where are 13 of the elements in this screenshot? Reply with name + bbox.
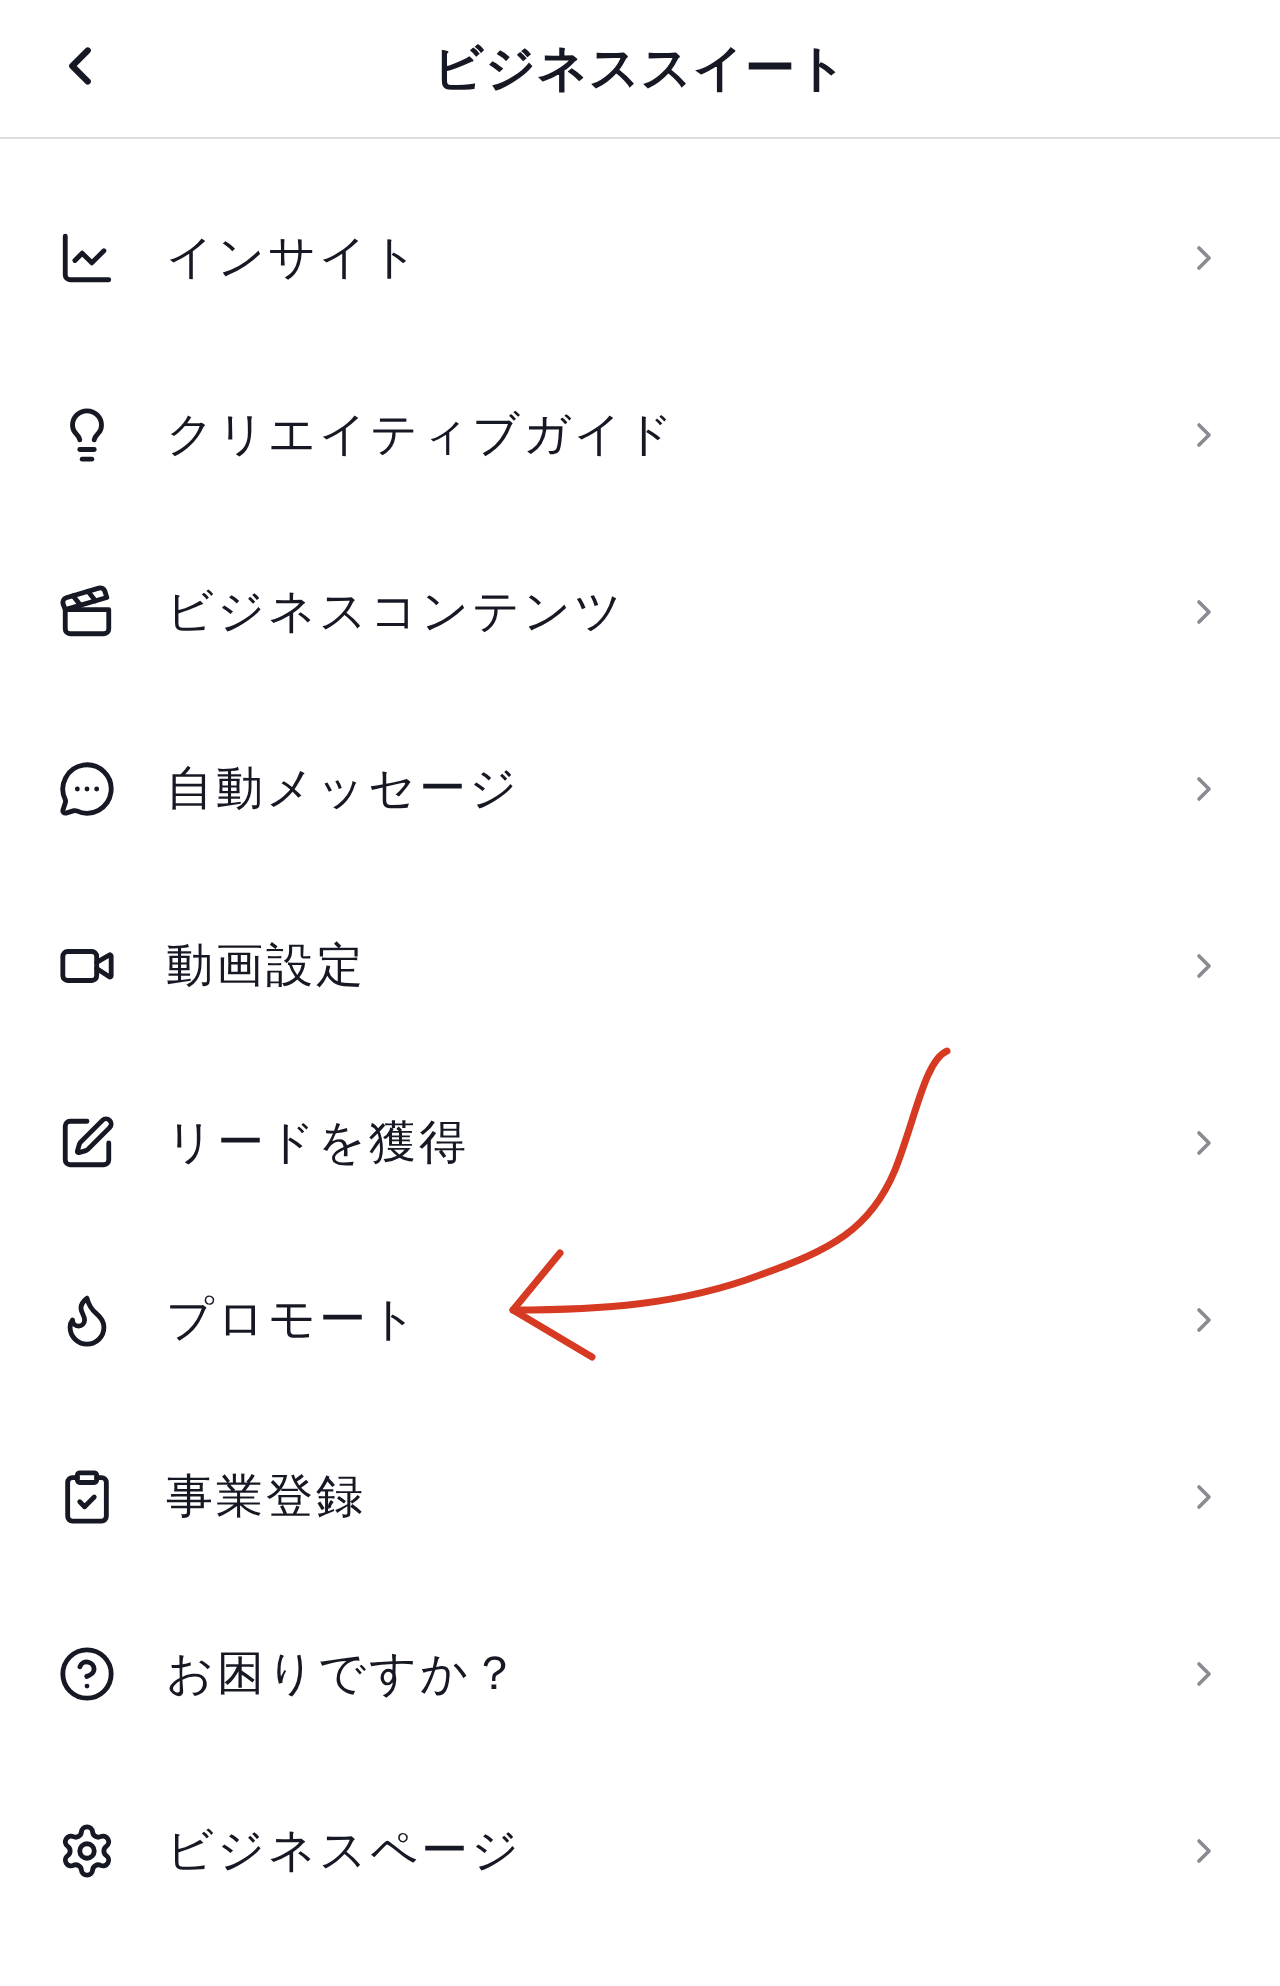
menu-item[interactable]: お困りですか？ (0, 1585, 1280, 1762)
menu-item[interactable]: リードを獲得 (0, 1054, 1280, 1231)
menu-item[interactable]: 動画設定 (0, 877, 1280, 1054)
menu-item[interactable]: プロモート (0, 1231, 1280, 1408)
menu-item[interactable]: クリエイティブガイド (0, 346, 1280, 523)
page-title: ビジネススイート (432, 38, 848, 99)
menu-item[interactable]: ビジネスページ (0, 1762, 1280, 1939)
chat-bubble-icon (58, 759, 116, 818)
menu-item[interactable]: インサイト (0, 169, 1280, 346)
menu-item[interactable]: 事業登録 (0, 1408, 1280, 1585)
menu-item[interactable]: 自動メッセージ (0, 700, 1280, 877)
help-icon (58, 1644, 116, 1703)
menu-item[interactable]: ビジネスコンテンツ (0, 523, 1280, 700)
